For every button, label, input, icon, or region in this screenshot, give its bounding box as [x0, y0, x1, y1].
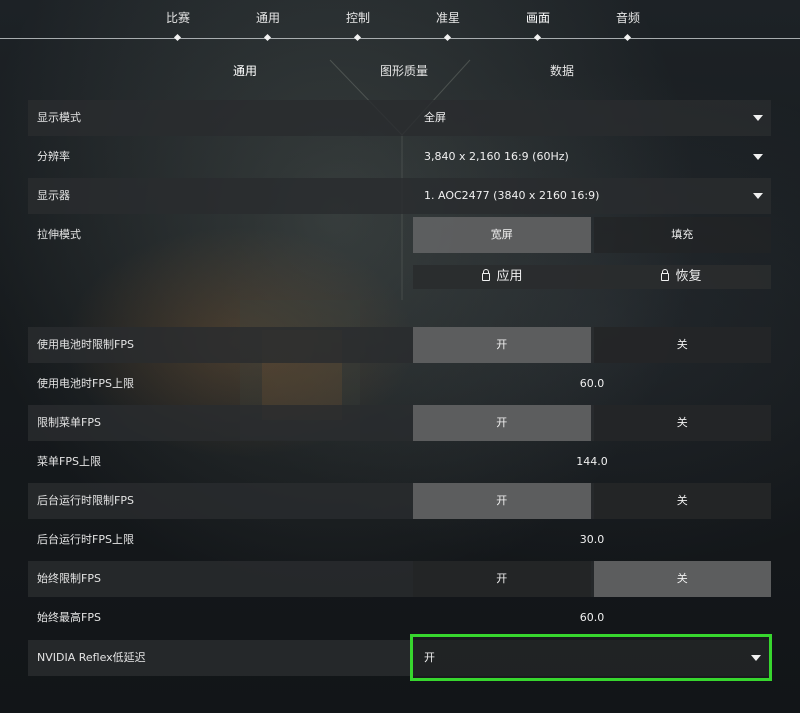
caret-down-icon [753, 115, 763, 121]
nav-tab-label: 控制 [345, 11, 370, 25]
nav-tab-label: 通用 [255, 11, 280, 25]
nav-tab-label: 音频 [615, 11, 640, 25]
setting-row-resolution: 分辨率 3,840 x 2,160 16:9 (60Hz) [28, 139, 771, 175]
option-off[interactable]: 关 [593, 327, 771, 363]
setting-row-menu-limit-fps: 限制菜单FPS 开 关 [28, 405, 771, 441]
apply-label: 应用 [496, 269, 523, 284]
nav-tab-general[interactable]: 通用 [228, 10, 308, 42]
option-on[interactable]: 开 [413, 405, 591, 441]
always-max-fps-value[interactable]: 60.0 [413, 600, 771, 636]
nav-diamond-icon [443, 33, 452, 42]
resolution-dropdown[interactable]: 3,840 x 2,160 16:9 (60Hz) [413, 139, 771, 175]
background-limit-fps-toggle: 开 关 [413, 483, 771, 519]
stretch-mode-toggle: 宽屏 填充 [413, 217, 771, 253]
option-off[interactable]: 关 [593, 483, 771, 519]
setting-label: 使用电池时FPS上限 [37, 377, 134, 390]
dropdown-value: 3,840 x 2,160 16:9 (60Hz) [424, 150, 569, 163]
setting-label: 后台运行时FPS上限 [37, 533, 134, 546]
setting-row-battery-fps-cap: 使用电池时FPS上限 60.0 [28, 366, 771, 402]
setting-label: 拉伸模式 [37, 228, 81, 241]
option-on[interactable]: 开 [413, 483, 591, 519]
setting-row-battery-limit-fps: 使用电池时限制FPS 开 关 [28, 327, 771, 363]
setting-label: 菜单FPS上限 [37, 455, 101, 468]
nav-diamond-icon [353, 33, 362, 42]
setting-label: 显示器 [37, 189, 70, 202]
option-off[interactable]: 关 [593, 561, 771, 597]
setting-label: 使用电池时限制FPS [37, 338, 134, 351]
subtab-general[interactable]: 通用 [185, 62, 305, 79]
caret-down-icon [753, 193, 763, 199]
dropdown-value: 全屏 [424, 111, 446, 124]
subtab-stats[interactable]: 数据 [502, 62, 622, 79]
nav-diamond-icon [173, 33, 182, 42]
setting-label: 始终最高FPS [37, 611, 101, 624]
menu-fps-cap-value[interactable]: 144.0 [413, 444, 771, 480]
nav-tab-label: 比赛 [165, 11, 190, 25]
dropdown-value: 1. AOC2477 (3840 x 2160 16:9) [424, 189, 600, 202]
lock-icon [661, 269, 670, 281]
nav-tab-match[interactable]: 比赛 [138, 10, 218, 42]
nav-tab-label: 准星 [435, 11, 460, 25]
option-on[interactable]: 开 [413, 327, 591, 363]
restore-button[interactable]: 恢复 [592, 265, 771, 289]
setting-row-monitor: 显示器 1. AOC2477 (3840 x 2160 16:9) [28, 178, 771, 214]
option-off[interactable]: 关 [593, 405, 771, 441]
setting-row-background-limit-fps: 后台运行时限制FPS 开 关 [28, 483, 771, 519]
always-limit-fps-toggle: 开 关 [413, 561, 771, 597]
setting-label: 限制菜单FPS [37, 416, 101, 429]
caret-down-icon [751, 655, 761, 661]
setting-row-menu-fps-cap: 菜单FPS上限 144.0 [28, 444, 771, 480]
nav-tab-controls[interactable]: 控制 [318, 10, 398, 42]
caret-down-icon [753, 154, 763, 160]
menu-limit-fps-toggle: 开 关 [413, 405, 771, 441]
nav-diamond-icon [533, 33, 542, 42]
display-mode-dropdown[interactable]: 全屏 [413, 100, 771, 136]
background-fps-cap-value[interactable]: 30.0 [413, 522, 771, 558]
option-widescreen[interactable]: 宽屏 [413, 217, 591, 253]
apply-button[interactable]: 应用 [413, 265, 592, 289]
setting-label: NVIDIA Reflex低延迟 [37, 651, 146, 664]
apply-restore-bar: 应用 恢复 [413, 265, 771, 289]
nav-tab-label: 画面 [525, 11, 550, 25]
setting-label: 显示模式 [37, 111, 81, 124]
dropdown-value: 开 [424, 651, 435, 664]
option-fill[interactable]: 填充 [593, 217, 771, 253]
nav-diamond-icon [623, 33, 632, 42]
nav-tab-video[interactable]: 画面 [498, 10, 578, 42]
setting-label: 始终限制FPS [37, 572, 101, 585]
top-nav: 比赛 通用 控制 准星 画面 音频 [0, 0, 800, 48]
setting-row-always-max-fps: 始终最高FPS 60.0 [28, 600, 771, 636]
lock-icon [482, 269, 491, 281]
restore-label: 恢复 [675, 269, 702, 284]
battery-fps-cap-value[interactable]: 60.0 [413, 366, 771, 402]
battery-limit-fps-toggle: 开 关 [413, 327, 771, 363]
monitor-dropdown[interactable]: 1. AOC2477 (3840 x 2160 16:9) [413, 178, 771, 214]
nav-diamond-icon [263, 33, 272, 42]
setting-row-background-fps-cap: 后台运行时FPS上限 30.0 [28, 522, 771, 558]
nvidia-reflex-dropdown[interactable]: 开 [410, 634, 772, 681]
option-on[interactable]: 开 [413, 561, 591, 597]
setting-label: 分辨率 [37, 150, 70, 163]
nav-tab-crosshair[interactable]: 准星 [408, 10, 488, 42]
subtab-graphics-quality[interactable]: 图形质量 [344, 62, 464, 79]
setting-row-stretch-mode: 拉伸模式 宽屏 填充 [28, 217, 771, 253]
top-nav-divider [0, 38, 800, 39]
setting-label: 后台运行时限制FPS [37, 494, 134, 507]
setting-row-display-mode: 显示模式 全屏 [28, 100, 771, 136]
setting-row-always-limit-fps: 始终限制FPS 开 关 [28, 561, 771, 597]
nav-tab-audio[interactable]: 音频 [588, 10, 668, 42]
